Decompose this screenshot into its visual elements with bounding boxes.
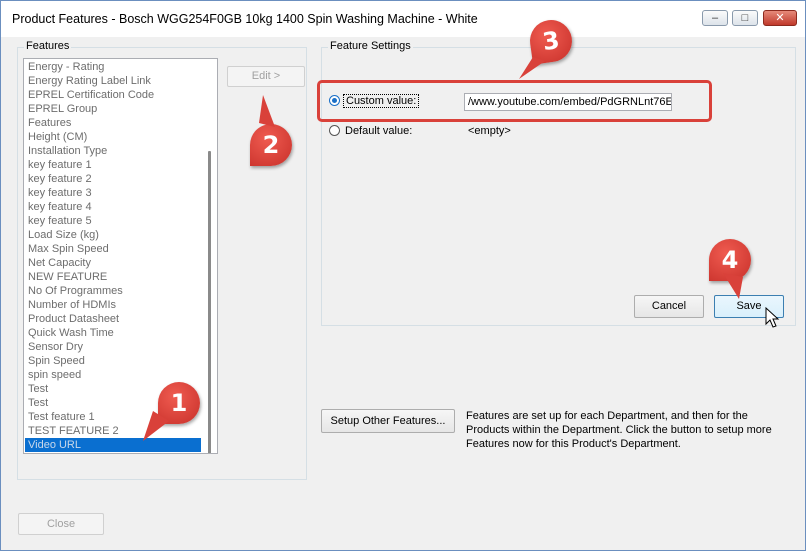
default-value-label[interactable]: Default value: — [345, 125, 412, 137]
feature-list-item[interactable]: Number of HDMIs — [25, 298, 201, 312]
feature-list-item[interactable]: Height (CM) — [25, 130, 201, 144]
feature-list-item[interactable]: key feature 5 — [25, 214, 201, 228]
feature-list-item[interactable]: Quick Wash Time — [25, 326, 201, 340]
feature-list-item[interactable]: TEST FEATURE 2 — [25, 424, 201, 438]
default-value-text: <empty> — [468, 125, 511, 137]
title-bar: Product Features - Bosch WGG254F0GB 10kg… — [1, 1, 805, 37]
feature-list-item[interactable]: Product Datasheet — [25, 312, 201, 326]
feature-settings-label: Feature Settings — [328, 40, 413, 52]
window-title: Product Features - Bosch WGG254F0GB 10kg… — [12, 12, 478, 26]
close-window-button[interactable]: ✕ — [763, 10, 797, 26]
feature-list-item[interactable]: No Of Programmes — [25, 284, 201, 298]
feature-list-item[interactable]: Energy Rating Label Link — [25, 74, 201, 88]
feature-list-item[interactable]: key feature 4 — [25, 200, 201, 214]
feature-list-item[interactable]: Installation Type — [25, 144, 201, 158]
feature-list-item[interactable]: Load Size (kg) — [25, 228, 201, 242]
feature-list-item[interactable]: NEW FEATURE — [25, 270, 201, 284]
features-group-label: Features — [24, 40, 72, 52]
marker-2-number: 2 — [262, 131, 280, 159]
feature-list-item[interactable]: key feature 1 — [25, 158, 201, 172]
feature-list-item[interactable]: spin speed — [25, 368, 201, 382]
feature-list-item[interactable]: Energy - Rating — [25, 60, 201, 74]
cancel-button[interactable]: Cancel — [634, 295, 704, 318]
minimize-button[interactable]: – — [702, 10, 728, 26]
feature-list-item[interactable]: Features — [25, 116, 201, 130]
feature-list-item[interactable]: Spin Speed — [25, 354, 201, 368]
setup-other-features-button[interactable]: Setup Other Features... — [321, 409, 455, 433]
annotation-marker-2: 2 — [250, 124, 292, 166]
feature-list-item[interactable]: key feature 2 — [25, 172, 201, 186]
list-scrollbar[interactable] — [208, 151, 211, 453]
feature-list-item[interactable]: EPREL Certification Code — [25, 88, 201, 102]
feature-list-item[interactable]: EPREL Group — [25, 102, 201, 116]
marker-1-pointer — [143, 411, 169, 441]
feature-list-item[interactable]: Sensor Dry — [25, 340, 201, 354]
maximize-button[interactable]: □ — [732, 10, 758, 26]
marker-2-pointer — [259, 95, 275, 127]
close-button[interactable]: Close — [18, 513, 104, 535]
product-features-window: Product Features - Bosch WGG254F0GB 10kg… — [0, 0, 806, 551]
mouse-cursor-icon — [765, 307, 780, 328]
feature-list-item[interactable]: Net Capacity — [25, 256, 201, 270]
feature-list-item[interactable]: key feature 3 — [25, 186, 201, 200]
custom-value-highlight — [317, 80, 712, 122]
feature-list-item[interactable]: Video URL — [25, 438, 201, 452]
feature-list-item[interactable]: Max Spin Speed — [25, 242, 201, 256]
marker-3-pointer — [519, 57, 545, 79]
marker-4-pointer — [723, 273, 743, 299]
info-text: Features are set up for each Department,… — [466, 410, 772, 450]
edit-button[interactable]: Edit > — [227, 66, 305, 87]
default-value-radio[interactable] — [329, 125, 340, 136]
